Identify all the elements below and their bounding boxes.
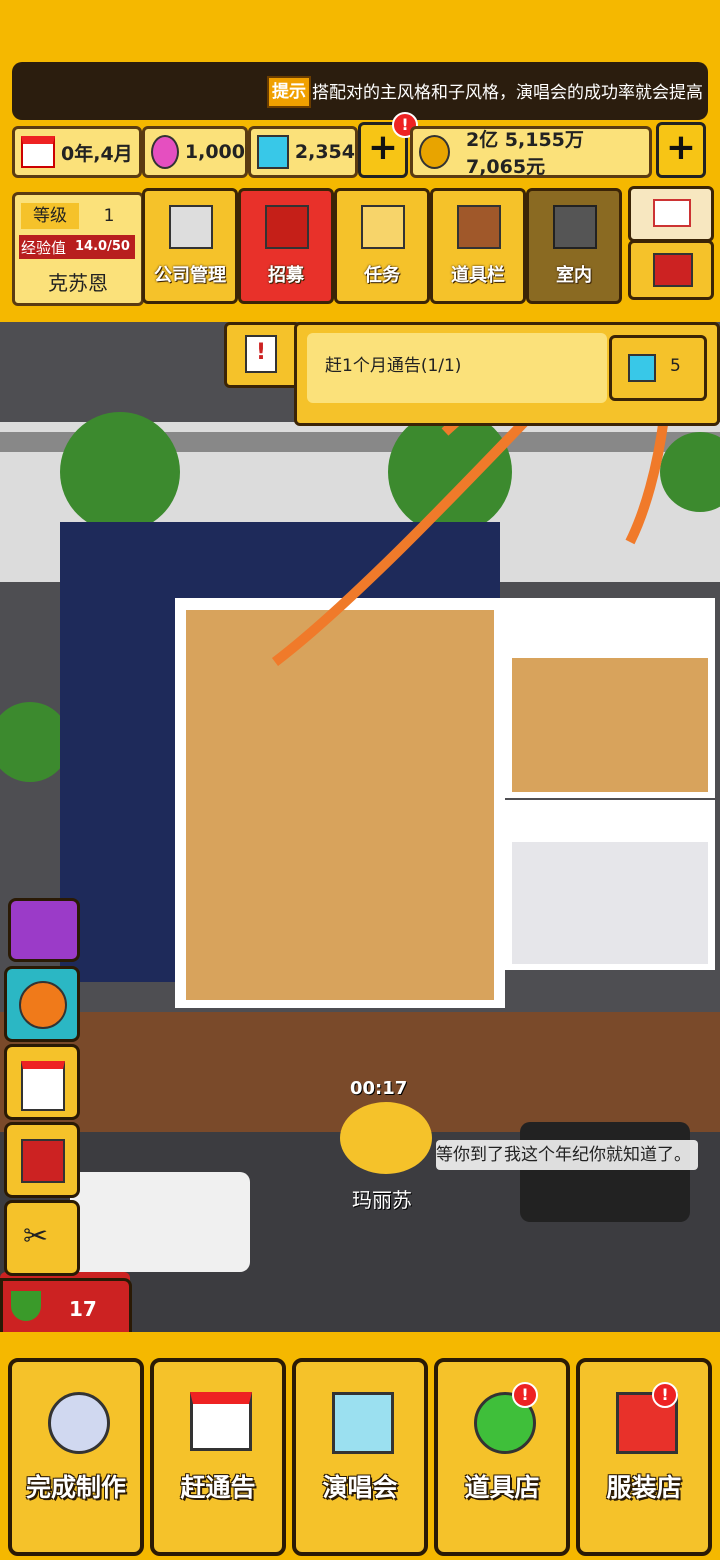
chest-icon (457, 205, 501, 249)
scene-art (0, 322, 720, 1332)
menu-label: 任务 (364, 265, 400, 286)
bottom-label: 赶通告 (180, 1473, 256, 1502)
menu-label: 公司管理 (154, 265, 226, 286)
gift-icon (21, 1139, 65, 1183)
finish-production-button[interactable]: 完成制作 (8, 1358, 144, 1556)
bottom-label: 演唱会 (322, 1473, 398, 1502)
recruit-button[interactable]: 招募 (238, 188, 334, 304)
money-value: 2亿 5,155万 7,065元 (465, 129, 584, 178)
coin-icon (419, 135, 450, 169)
item-shop-button[interactable]: 道具店 (434, 1358, 570, 1556)
bottom-label: 完成制作 (25, 1473, 126, 1502)
quest-reward-button[interactable]: 5 (609, 335, 707, 401)
calendar-icon (21, 1061, 65, 1111)
quest-text: 赶1个月通告(1/1) (325, 356, 462, 376)
costume-shop-button[interactable]: 服装店 (576, 1358, 712, 1556)
calendar-icon (21, 136, 55, 168)
quest-reward-value: 5 (670, 356, 681, 376)
disc-icon (48, 1392, 110, 1454)
money-display: 2亿 5,155万 7,065元 (410, 126, 652, 178)
game-scene[interactable]: ! 赶1个月通告(1/1) 5 00:17 玛丽苏 等你到了我这个年纪你就知道了… (0, 322, 720, 1332)
schedule-button[interactable]: 赶通告 (150, 1358, 286, 1556)
menu-label: 道具栏 (451, 265, 505, 286)
inventory-button[interactable]: 道具栏 (430, 188, 526, 304)
scissors-icon: ✂ (23, 1219, 49, 1254)
pink-gem-value: 1,000 (184, 141, 245, 163)
envelope-icon (653, 199, 691, 227)
scroll-icon (361, 205, 405, 249)
level-value: 1 (103, 206, 115, 226)
exp-label: 经验值 (21, 239, 67, 257)
roulette-button[interactable] (4, 966, 80, 1042)
quest-text-box: 赶1个月通告(1/1) (307, 333, 607, 403)
date-display: 0年,4月 (12, 126, 142, 178)
quest-alert-icon: ! (245, 335, 277, 373)
pink-gem-icon (151, 135, 179, 169)
watermelon-icon (11, 1291, 41, 1321)
scissors-button[interactable]: ✂ (4, 1200, 80, 1276)
build-hammer-button[interactable] (628, 240, 714, 300)
crown-icon[interactable] (8, 898, 80, 962)
npc-marisu[interactable] (340, 1102, 432, 1174)
date-value: 0年,4月 (61, 142, 133, 165)
calendar-button[interactable] (4, 1044, 80, 1120)
tip-text: 搭配对的主风格和子风格，演唱会的成功率就会提高 (312, 83, 703, 103)
concert-button[interactable]: 演唱会 (292, 1358, 428, 1556)
exp-value: 14.0/50 (75, 239, 130, 254)
blue-gem-display: 2,354 (248, 126, 358, 178)
hammer-icon (653, 253, 693, 287)
add-money-button[interactable]: + (656, 122, 706, 178)
gift-button[interactable] (4, 1122, 80, 1198)
bottom-label: 道具店 (464, 1473, 540, 1502)
player-panel[interactable]: 等级 1 经验值 14.0/50 克苏恩 (12, 192, 144, 306)
tasks-button[interactable]: 任务 (334, 188, 430, 304)
exp-bar: 经验值 14.0/50 (19, 235, 135, 259)
player-name: 克苏恩 (48, 271, 108, 295)
building-icon (169, 205, 213, 249)
interior-button[interactable]: 室内 (526, 188, 622, 304)
npc-speech-bubble: 等你到了我这个年纪你就知道了。 (436, 1140, 698, 1170)
blue-gem-icon (628, 354, 656, 382)
tip-tag: 提示 (267, 76, 311, 108)
npc-timer: 00:17 (350, 1078, 408, 1099)
company-management-button[interactable]: 公司管理 (142, 188, 238, 304)
paint-roller-icon (553, 205, 597, 249)
blue-gem-value: 2,354 (294, 141, 355, 163)
wheel-icon (19, 981, 67, 1029)
costume-shop-alert-badge: ! (652, 1382, 678, 1408)
watermelon-count: 17 (69, 1297, 97, 1321)
tip-bar: 提示 搭配对的主风格和子风格，演唱会的成功率就会提高 (12, 62, 708, 120)
megaphone-icon (265, 205, 309, 249)
mail-button[interactable] (628, 186, 714, 242)
item-shop-alert-badge: ! (512, 1382, 538, 1408)
blue-gem-icon (257, 135, 289, 169)
menu-label: 室内 (556, 265, 592, 286)
bottom-label: 服装店 (606, 1473, 682, 1502)
pink-gem-display: 1,000 (142, 126, 248, 178)
quest-toggle-button[interactable]: ! (224, 322, 300, 388)
quest-panel[interactable]: 赶1个月通告(1/1) 5 (294, 322, 720, 426)
menu-label: 招募 (268, 265, 304, 286)
npc-name: 玛丽苏 (352, 1188, 412, 1212)
stage-icon (332, 1392, 394, 1454)
watermelon-counter[interactable]: 17 (0, 1278, 132, 1332)
calendar-icon (190, 1392, 252, 1451)
level-label: 等级 (21, 203, 79, 229)
